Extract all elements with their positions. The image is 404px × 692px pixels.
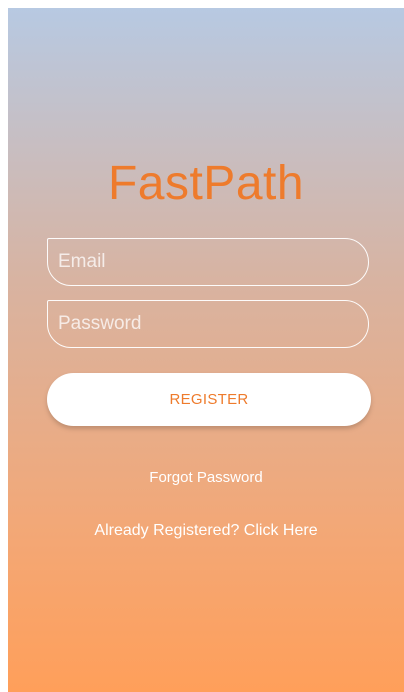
register-button[interactable]: REGISTER — [47, 373, 371, 426]
app-title: FastPath — [107, 157, 305, 210]
already-registered-link[interactable]: Already Registered? Click Here — [8, 522, 404, 540]
password-input[interactable] — [47, 300, 369, 348]
login-screen: FastPath REGISTER Forgot Password Alread… — [8, 8, 404, 692]
forgot-password-link[interactable]: Forgot Password — [8, 469, 404, 486]
email-input[interactable] — [47, 238, 369, 286]
